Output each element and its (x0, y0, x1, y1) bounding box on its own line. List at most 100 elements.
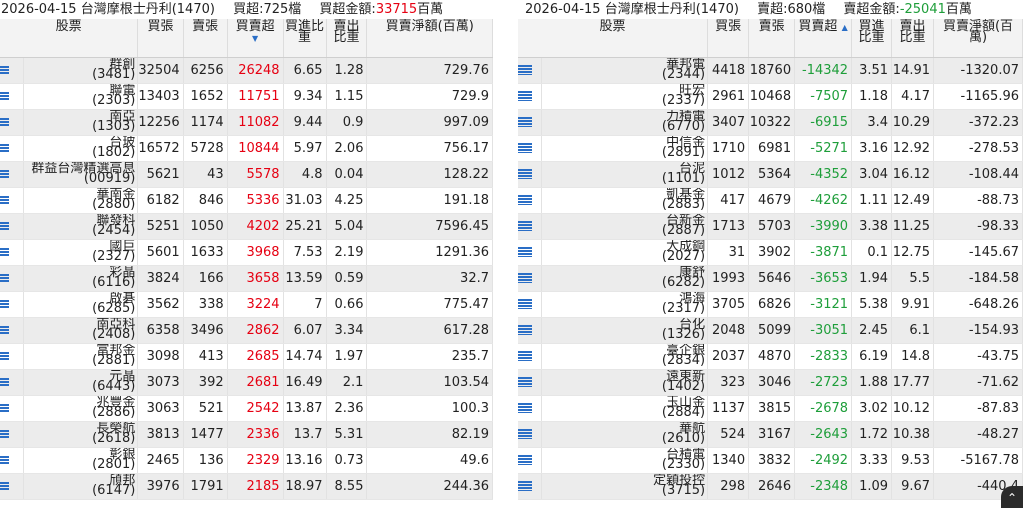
stock-cell[interactable]: 中信金 (2891) (541, 135, 709, 162)
menu-icon[interactable] (518, 220, 532, 231)
table-row[interactable]: 華航 (2610) 524 3167 -2643 1.72 10.38 -48.27 (518, 421, 1023, 448)
table-row[interactable]: 玉山金 (2884) 1137 3815 -2678 3.02 10.12 -87.83 (518, 395, 1023, 422)
stock-code[interactable]: (6285) (24, 302, 135, 315)
menu-icon[interactable] (518, 324, 532, 335)
stock-code[interactable]: (6116) (24, 276, 135, 289)
stock-code[interactable]: (2337) (542, 94, 705, 107)
stock-cell[interactable]: 彩晶 (6116) (23, 265, 139, 292)
menu-icon[interactable] (518, 350, 532, 361)
col-net-header[interactable]: 買賣超 ▼ (227, 19, 284, 58)
stock-cell[interactable]: 長榮航 (2618) (23, 421, 139, 448)
table-row[interactable]: 聯電 (2303) 13403 1652 11751 9.34 1.15 729.9 (0, 83, 493, 110)
table-row[interactable]: 南亞科 (2408) 6358 3496 2862 6.07 3.34 617.28 (0, 317, 493, 344)
table-row[interactable]: 國巨 (2327) 5601 1633 3968 7.53 2.19 1291.36 (0, 239, 493, 266)
menu-icon[interactable] (0, 169, 9, 179)
col-buy-ratio-header[interactable]: 買進比重 (851, 19, 893, 58)
row-menu-cell[interactable] (0, 447, 25, 474)
menu-icon[interactable] (518, 454, 532, 465)
table-row[interactable]: 力積電 (6770) 3407 10322 -6915 3.4 10.29 -372.23 (518, 109, 1023, 136)
menu-icon[interactable] (518, 116, 532, 127)
stock-code[interactable]: (2801) (24, 458, 135, 471)
row-menu-cell[interactable] (0, 473, 25, 500)
stock-code[interactable]: (2408) (24, 328, 135, 341)
table-row[interactable]: 台化 (1326) 2048 5099 -3051 2.45 6.1 -154.93 (518, 317, 1023, 344)
row-menu-cell[interactable] (0, 239, 25, 266)
col-sell-ratio-header[interactable]: 賣出比重 (326, 19, 368, 58)
menu-icon[interactable] (0, 403, 9, 413)
menu-icon[interactable] (0, 65, 9, 75)
menu-icon[interactable] (0, 221, 9, 231)
stock-code[interactable]: (2330) (542, 458, 705, 471)
stock-cell[interactable]: 啟碁 (6285) (23, 291, 139, 318)
menu-icon[interactable] (518, 376, 532, 387)
row-menu-cell[interactable] (518, 395, 543, 422)
menu-icon[interactable] (0, 143, 9, 153)
stock-code[interactable]: (2618) (24, 432, 135, 445)
row-menu-cell[interactable] (0, 265, 25, 292)
row-menu-cell[interactable] (518, 343, 543, 370)
menu-icon[interactable] (518, 194, 532, 205)
menu-icon[interactable] (0, 325, 9, 335)
stock-cell[interactable]: 旺宏 (2337) (541, 83, 709, 110)
stock-code[interactable]: (6443) (24, 380, 135, 393)
row-menu-cell[interactable] (0, 343, 25, 370)
stock-cell[interactable]: 臺企銀 (2834) (541, 343, 709, 370)
stock-code[interactable]: (2610) (542, 432, 705, 445)
menu-icon[interactable] (518, 64, 532, 75)
menu-icon[interactable] (0, 455, 9, 465)
table-row[interactable]: 凱基金 (2883) 417 4679 -4262 1.11 12.49 -88.73 (518, 187, 1023, 214)
stock-code[interactable]: (2884) (542, 406, 705, 419)
menu-icon[interactable] (0, 273, 9, 283)
stock-cell[interactable]: 彰銀 (2801) (23, 447, 139, 474)
stock-code[interactable]: (2886) (24, 406, 135, 419)
row-menu-cell[interactable] (518, 317, 543, 344)
table-row[interactable]: 台新金 (2887) 1713 5703 -3990 3.38 11.25 -98.33 (518, 213, 1023, 240)
stock-cell[interactable]: 華南金 (2880) (23, 187, 139, 214)
col-buy-ratio-header[interactable]: 買進比重 (283, 19, 327, 58)
stock-cell[interactable]: 台泥 (1101) (541, 161, 709, 188)
menu-icon[interactable] (518, 246, 532, 257)
row-menu-cell[interactable] (518, 421, 543, 448)
row-menu-cell[interactable] (518, 369, 543, 396)
menu-icon[interactable] (518, 272, 532, 283)
stock-cell[interactable]: 康舒 (6282) (541, 265, 709, 292)
table-row[interactable]: 大成鋼 (2027) 31 3902 -3871 0.1 12.75 -145.67 (518, 239, 1023, 266)
stock-code[interactable]: (6770) (542, 120, 705, 133)
stock-cell[interactable]: 群創 (3481) (23, 57, 139, 84)
stock-code[interactable]: (1802) (24, 146, 135, 159)
stock-cell[interactable]: 華航 (2610) (541, 421, 709, 448)
row-menu-cell[interactable] (0, 161, 25, 188)
stock-cell[interactable]: 定穎投控 (3715) (541, 473, 709, 500)
stock-code[interactable]: (1101) (542, 172, 705, 185)
row-menu-cell[interactable] (0, 135, 25, 162)
chevron-up-icon[interactable]: ⌃ (1001, 486, 1023, 508)
stock-cell[interactable]: 元晶 (6443) (23, 369, 139, 396)
menu-icon[interactable] (0, 351, 9, 361)
stock-code[interactable]: (2454) (24, 224, 135, 237)
table-row[interactable]: 旺宏 (2337) 2961 10468 -7507 1.18 4.17 -1165.96 (518, 83, 1023, 110)
stock-cell[interactable]: 南亞科 (2408) (23, 317, 139, 344)
stock-cell[interactable]: 大成鋼 (2027) (541, 239, 709, 266)
row-menu-cell[interactable] (518, 213, 543, 240)
menu-icon[interactable] (518, 480, 532, 491)
row-menu-cell[interactable] (518, 109, 543, 136)
menu-icon[interactable] (518, 168, 532, 179)
table-row[interactable]: 鴻海 (2317) 3705 6826 -3121 5.38 9.91 -648.26 (518, 291, 1023, 318)
table-row[interactable]: 台泥 (1101) 1012 5364 -4352 3.04 16.12 -108.44 (518, 161, 1023, 188)
table-row[interactable]: 遠東新 (1402) 323 3046 -2723 1.88 17.77 -71.62 (518, 369, 1023, 396)
table-row[interactable]: 長榮航 (2618) 3813 1477 2336 13.7 5.31 82.19 (0, 421, 493, 448)
stock-code[interactable]: (2327) (24, 250, 135, 263)
stock-cell[interactable]: 聯電 (2303) (23, 83, 139, 110)
menu-icon[interactable] (0, 299, 9, 309)
stock-code[interactable]: (3715) (542, 484, 705, 497)
table-row[interactable]: 台玻 (1802) 16572 5728 10844 5.97 2.06 756.17 (0, 135, 493, 162)
col-net-amount-header[interactable]: 買賣淨額(百萬) (933, 19, 1023, 58)
table-row[interactable]: 南亞 (1303) 12256 1174 11082 9.44 0.9 997.09 (0, 109, 493, 136)
stock-code[interactable]: (00919) (24, 172, 136, 185)
row-menu-cell[interactable] (518, 135, 543, 162)
row-menu-cell[interactable] (0, 291, 25, 318)
menu-icon[interactable] (0, 377, 9, 387)
row-menu-cell[interactable] (0, 187, 25, 214)
stock-code[interactable]: (1402) (542, 380, 705, 393)
table-row[interactable]: 台積電 (2330) 1340 3832 -2492 3.33 9.53 -5167.78 (518, 447, 1023, 474)
